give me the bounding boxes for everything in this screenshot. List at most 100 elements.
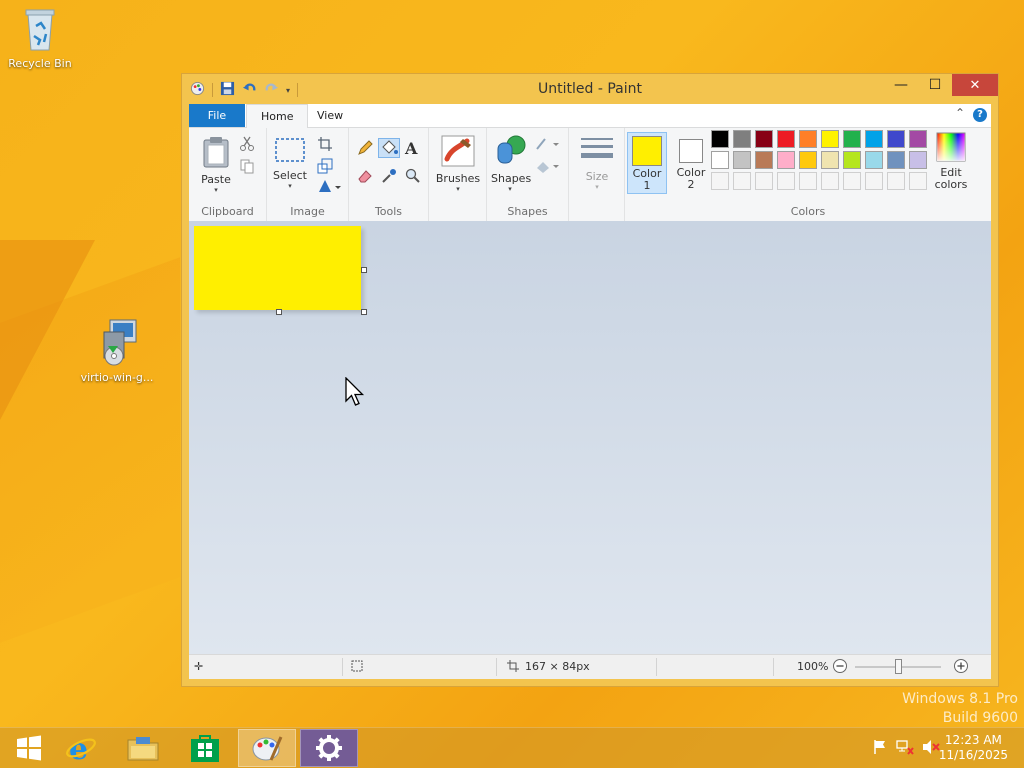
tools-group: A Tools <box>349 128 429 221</box>
color-swatch[interactable] <box>711 172 729 190</box>
desktop-icon-label: virtio-win-g... <box>80 371 154 384</box>
desktop-icon-label: Recycle Bin <box>8 57 72 70</box>
svg-text:e: e <box>69 733 88 763</box>
select-button[interactable]: Select ▾ <box>273 136 307 190</box>
drawing-canvas[interactable] <box>194 226 361 310</box>
color-swatch[interactable] <box>733 151 751 169</box>
color-swatch[interactable] <box>821 130 839 148</box>
canvas-workspace[interactable] <box>189 221 991 655</box>
tab-home[interactable]: Home <box>246 104 309 128</box>
color-swatch[interactable] <box>799 130 817 148</box>
color-swatch[interactable] <box>843 151 861 169</box>
color-picker-icon[interactable] <box>381 168 397 184</box>
fill-icon[interactable] <box>378 138 400 158</box>
collapse-ribbon-icon[interactable]: ⌃ <box>955 106 965 120</box>
color-swatch[interactable] <box>777 151 795 169</box>
tab-view[interactable]: View <box>303 104 357 127</box>
color-swatch[interactable] <box>887 130 905 148</box>
image-group: Select ▾ Image <box>267 128 349 221</box>
image-size-icon <box>507 660 519 675</box>
system-tray <box>872 728 940 768</box>
colors-group: Color 1 Color 2 Edit colors Colors <box>625 128 991 221</box>
brush-icon <box>441 135 475 167</box>
start-icon <box>17 735 41 761</box>
watermark-line1: Windows 8.1 Pro <box>902 691 1018 707</box>
store-icon <box>191 735 219 762</box>
zoom-out-button[interactable] <box>832 658 848 677</box>
color2-button[interactable]: Color 2 <box>671 132 711 194</box>
minimize-button[interactable]: — <box>884 74 918 96</box>
edit-colors-button[interactable]: Edit colors <box>931 132 971 191</box>
color-swatch[interactable] <box>843 172 861 190</box>
action-center-flag-icon[interactable] <box>872 739 888 758</box>
taskbar-store[interactable] <box>176 729 234 767</box>
color-swatch[interactable] <box>843 130 861 148</box>
tools-label: Tools <box>374 205 403 218</box>
rotate-icon[interactable] <box>317 178 341 194</box>
file-explorer-icon <box>127 737 159 761</box>
color-swatch[interactable] <box>909 151 927 169</box>
zoom-slider-thumb[interactable] <box>895 659 902 674</box>
shapes-button[interactable]: Shapes ▾ <box>491 135 531 193</box>
resize-handle-corner[interactable] <box>361 309 367 315</box>
color-swatch[interactable] <box>777 130 795 148</box>
ribbon: Paste ▾ Clipboard Select ▾ Image A Tools… <box>189 128 991 222</box>
start-button[interactable] <box>0 729 58 767</box>
mouse-cursor-icon <box>345 376 365 410</box>
help-icon[interactable]: ? <box>973 108 987 122</box>
title-bar[interactable]: ▾ Untitled - Paint — ☐ ✕ <box>182 74 998 104</box>
shape-fill-icon[interactable] <box>535 158 559 174</box>
color-swatch[interactable] <box>887 151 905 169</box>
color-swatch[interactable] <box>865 172 883 190</box>
copy-icon[interactable] <box>239 158 255 174</box>
color-swatch[interactable] <box>865 130 883 148</box>
taskbar-internet-explorer[interactable]: e <box>52 729 110 767</box>
resize-handle-bottom[interactable] <box>276 309 282 315</box>
taskbar-paint[interactable] <box>238 729 296 767</box>
size-button[interactable]: Size ▾ <box>577 135 617 191</box>
maximize-button[interactable]: ☐ <box>918 74 952 96</box>
resize-icon[interactable] <box>317 158 333 174</box>
color-swatch[interactable] <box>733 172 751 190</box>
color-swatch[interactable] <box>733 130 751 148</box>
text-icon[interactable]: A <box>405 139 421 158</box>
clock[interactable]: 12:23 AM 11/16/2025 <box>939 733 1008 763</box>
desktop-icon-recycle-bin[interactable]: Recycle Bin <box>0 6 80 70</box>
cut-icon[interactable] <box>239 136 255 152</box>
settings-icon <box>316 735 342 761</box>
magnifier-icon[interactable] <box>405 168 421 184</box>
color-swatch[interactable] <box>755 130 773 148</box>
pencil-icon[interactable] <box>357 140 373 156</box>
taskbar-file-explorer[interactable] <box>114 729 172 767</box>
zoom-in-button[interactable] <box>953 658 969 677</box>
paste-button[interactable]: Paste ▾ <box>199 136 233 194</box>
resize-handle-right[interactable] <box>361 267 367 273</box>
color-swatch[interactable] <box>755 172 773 190</box>
brushes-button[interactable]: Brushes ▾ <box>433 135 483 193</box>
color-swatch[interactable] <box>887 172 905 190</box>
color-swatch[interactable] <box>711 151 729 169</box>
color-swatch[interactable] <box>799 151 817 169</box>
outline-icon[interactable] <box>535 136 559 152</box>
color-swatch[interactable] <box>821 172 839 190</box>
color1-button[interactable]: Color 1 <box>627 132 667 194</box>
internet-explorer-icon: e <box>66 733 96 763</box>
color-swatch[interactable] <box>799 172 817 190</box>
color-swatch[interactable] <box>755 151 773 169</box>
desktop-icon-virtio[interactable]: virtio-win-g... <box>77 318 157 384</box>
network-icon[interactable] <box>896 739 914 758</box>
shapes-group: Shapes ▾ Shapes <box>487 128 569 221</box>
color-swatch[interactable] <box>711 130 729 148</box>
taskbar-settings[interactable] <box>300 729 358 767</box>
color-swatch[interactable] <box>909 130 927 148</box>
color-swatch[interactable] <box>821 151 839 169</box>
color-swatch[interactable] <box>909 172 927 190</box>
volume-muted-icon[interactable] <box>922 739 940 758</box>
tab-file[interactable]: File <box>189 104 245 127</box>
eraser-icon[interactable] <box>357 168 373 184</box>
color-swatch[interactable] <box>865 151 883 169</box>
color-swatch[interactable] <box>777 172 795 190</box>
crop-icon[interactable] <box>317 136 333 152</box>
colors-label: Colors <box>790 205 826 218</box>
close-button[interactable]: ✕ <box>952 74 998 96</box>
